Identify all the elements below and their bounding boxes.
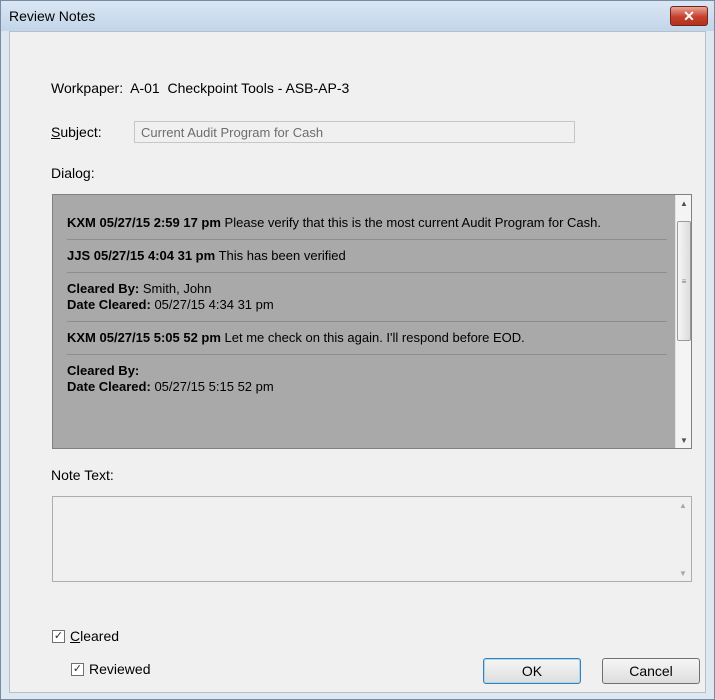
entry-header: KXM 05/27/15 5:05 52 pm [67, 330, 221, 345]
note-text-area[interactable]: ▲ ▼ [52, 496, 692, 582]
cleared-by-label: Cleared By: [67, 281, 140, 296]
reviewed-checkbox-row[interactable]: ✓ Reviewed [71, 661, 150, 677]
workpaper-label: Workpaper: A-01 Checkpoint Tools - ASB-A… [51, 80, 350, 96]
ok-button[interactable]: OK [483, 658, 581, 684]
dialog-entries: KXM 05/27/15 2:59 17 pm Please verify th… [53, 195, 677, 448]
dialog-entry: JJS 05/27/15 4:04 31 pm This has been ve… [67, 240, 667, 273]
cleared-checkbox[interactable]: ✓ [52, 629, 65, 643]
review-notes-window: Review Notes ✕ Workpaper: A-01 Checkpoin… [0, 0, 715, 700]
entry-header: JJS 05/27/15 4:04 31 pm [67, 248, 216, 263]
chevron-up-icon[interactable]: ▲ [675, 497, 691, 513]
reviewed-label: Reviewed [89, 661, 151, 677]
entry-text: Let me check on this again. I'll respond… [224, 330, 525, 345]
close-button[interactable]: ✕ [670, 6, 708, 26]
date-cleared-label: Date Cleared: [67, 379, 151, 394]
note-text-value [53, 497, 691, 505]
cleared-checkbox-row[interactable]: ✓ Cleared [52, 628, 119, 644]
dialog-history[interactable]: KXM 05/27/15 2:59 17 pm Please verify th… [52, 194, 692, 449]
cleared-label: Cleared [70, 628, 120, 644]
title-bar: Review Notes ✕ [1, 1, 714, 31]
entry-header: KXM 05/27/15 2:59 17 pm [67, 215, 221, 230]
cleared-by-label: Cleared By: [67, 363, 140, 378]
chevron-down-icon[interactable]: ▼ [676, 432, 692, 448]
date-cleared-value: 05/27/15 4:34 31 pm [154, 297, 274, 312]
dialog-entry: KXM 05/27/15 2:59 17 pm Please verify th… [67, 209, 667, 240]
dialog-entry: KXM 05/27/15 5:05 52 pm Let me check on … [67, 322, 667, 355]
cleared-by-value: Smith, John [142, 281, 212, 296]
entry-text: Please verify that this is the most curr… [224, 215, 601, 230]
cancel-button[interactable]: Cancel [602, 658, 700, 684]
check-icon: ✓ [53, 629, 64, 642]
subject-label: Subject: [51, 124, 102, 140]
close-icon: ✕ [683, 7, 695, 24]
dialog-scrollbar[interactable]: ▲ ≡ ▼ [675, 195, 691, 448]
window-title: Review Notes [9, 8, 96, 24]
chevron-down-icon[interactable]: ▼ [675, 565, 691, 581]
note-scrollbar[interactable]: ▲ ▼ [675, 497, 691, 581]
reviewed-checkbox[interactable]: ✓ [71, 662, 84, 676]
subject-input[interactable] [134, 121, 575, 143]
date-cleared-label: Date Cleared: [67, 297, 151, 312]
dialog-label: Dialog: [51, 165, 95, 181]
cleared-entry: Cleared By: Date Cleared: 05/27/15 5:15 … [67, 355, 667, 403]
chevron-up-icon[interactable]: ▲ [676, 195, 692, 211]
cleared-entry: Cleared By: Smith, John Date Cleared: 05… [67, 273, 667, 322]
entry-text: This has been verified [218, 248, 346, 263]
date-cleared-value: 05/27/15 5:15 52 pm [154, 379, 274, 394]
note-text-label: Note Text: [51, 467, 114, 483]
dialog-client-area: Workpaper: A-01 Checkpoint Tools - ASB-A… [9, 31, 706, 693]
check-icon: ✓ [72, 662, 83, 675]
scroll-thumb[interactable]: ≡ [677, 221, 691, 341]
